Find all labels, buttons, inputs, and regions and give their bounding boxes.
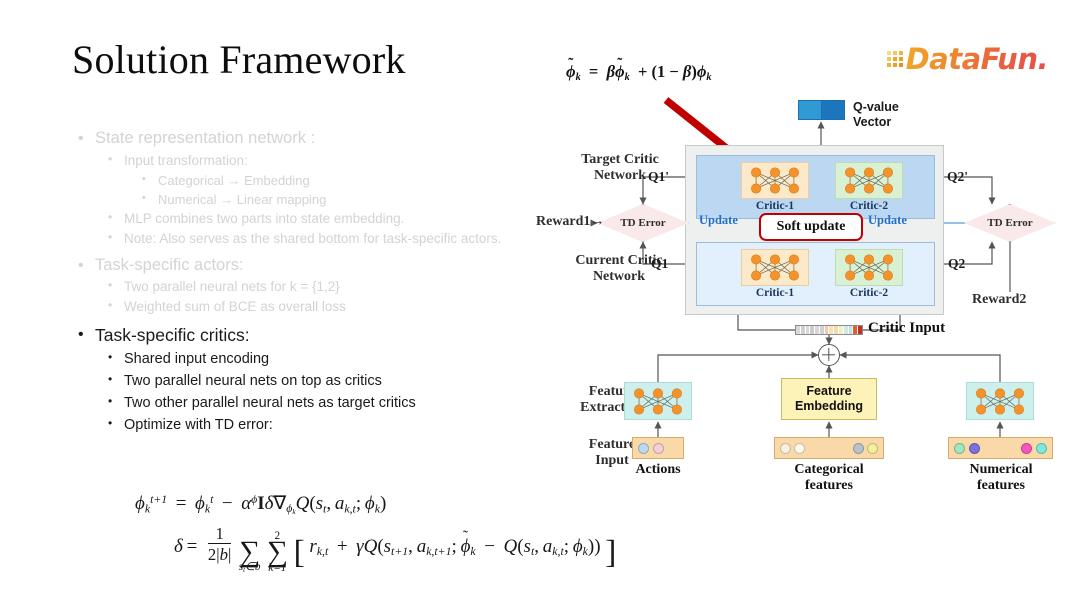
current-critic-2-label: Critic-2	[849, 287, 889, 299]
q-value-cell-2	[821, 101, 844, 119]
soft-update-box[interactable]: Soft update	[759, 213, 863, 241]
bullet-dot-icon: •	[108, 229, 113, 244]
soft-update-label: Soft update	[776, 219, 846, 234]
feature-embedding-line2: Embedding	[794, 399, 864, 413]
td-error-left-label: TD Error	[620, 217, 666, 229]
reward2-label: Reward2	[972, 292, 1027, 307]
feature-embedding-box: Feature Embedding	[781, 378, 877, 420]
list-item-label: MLP combines two parts into state embedd…	[124, 210, 405, 226]
list-item-label: Optimize with TD error:	[124, 417, 273, 434]
q-value-cell-1	[799, 101, 821, 119]
bullet-dot-icon: •	[142, 172, 146, 185]
list-item: • Two other parallel neural nets as targe…	[108, 394, 558, 413]
critic-input-label: Critic Input	[868, 320, 946, 336]
list-item: • Task-specific actors:	[78, 255, 558, 277]
page-title: Solution Framework	[72, 37, 406, 82]
equation-update-rule: ϕkt+1 = ϕkt − αϕIδ∇ϕkQ(st, ak,t; ϕk)	[135, 492, 387, 517]
list-item-label: Two other parallel neural nets as target…	[124, 395, 416, 412]
list-item-label: Shared input encoding	[124, 351, 270, 367]
bullet-dot-icon: •	[108, 372, 113, 387]
list-item-label: Note: Also serves as the shared bottom f…	[124, 230, 502, 246]
list-item-label: Two parallel neural nets on top as criti…	[124, 373, 382, 390]
input-dot	[969, 442, 980, 454]
numerical-features-label: Numerical features	[969, 462, 1033, 493]
input-dot	[638, 442, 649, 454]
input-dot	[1036, 442, 1047, 454]
q-current-2-label: Q2	[948, 256, 966, 271]
list-item-label: Two parallel neural nets for k = {1,2}	[124, 279, 340, 295]
actions-feature-network-icon	[624, 382, 692, 420]
numerical-input-box	[948, 437, 1053, 459]
target-critic-row: Critic-1 Critic-2	[696, 155, 935, 219]
list-item-label: Task-specific actors:	[95, 255, 244, 274]
q-value-label: Q-value Vector	[853, 100, 899, 129]
update-right-label: Update	[868, 213, 907, 227]
target-critic-1-network-icon	[741, 162, 809, 199]
list-item: • State representation network :	[78, 128, 558, 150]
current-critic-1-label: Critic-1	[755, 287, 795, 299]
current-critic-1-network-icon	[741, 249, 809, 286]
architecture-diagram: ϕ ˜ k = βϕ ˜ k + (1 − β)ϕk Q-value Vecto…	[536, 52, 1068, 502]
input-dot	[867, 442, 878, 454]
bullet-dot-icon: •	[108, 416, 113, 431]
bullet-dot-icon: •	[108, 209, 113, 224]
current-critic-2-network-icon	[835, 249, 903, 286]
q-target-1-label: Q1'	[648, 169, 670, 184]
list-item-label: State representation network :	[95, 129, 316, 147]
list-item: • Categorical → Embedding	[142, 172, 558, 189]
list-item-label: Categorical → Embedding	[158, 172, 310, 188]
input-dot	[780, 442, 791, 454]
td-error-right-label: TD Error	[987, 217, 1033, 229]
list-item: • Shared input encoding	[108, 350, 558, 369]
list-item: • Numerical → Linear mapping	[142, 191, 558, 208]
list-item-label: Task-specific critics:	[95, 324, 250, 345]
equation-td-error: δ = 1 2|b| ∑ st∈b ∑ 2 k=1 [ rk,t + γQ(st+1, …	[174, 524, 617, 575]
q-value-vector	[798, 100, 845, 120]
list-item-label: Input transformation:	[124, 152, 248, 168]
update-left-label: Update	[699, 213, 738, 227]
target-critic-2-label: Critic-2	[849, 200, 889, 212]
list-item: • Two parallel neural nets on top as crit…	[108, 372, 558, 391]
input-dot	[954, 442, 965, 454]
list-item: • Input transformation:	[108, 152, 558, 170]
feature-embedding-line1: Feature	[806, 384, 852, 399]
categorical-input-box	[774, 437, 884, 459]
input-dot	[1021, 442, 1032, 454]
bullet-dot-icon: •	[108, 298, 113, 313]
target-critic-1-label: Critic-1	[755, 200, 795, 212]
list-item: • Note: Also serves as the shared bottom …	[108, 230, 558, 248]
critic-input-vector	[795, 325, 863, 335]
list-item: • MLP combines two parts into state embed…	[108, 210, 558, 228]
list-item-label: Numerical → Linear mapping	[158, 191, 327, 207]
target-critic-2-network-icon	[835, 162, 903, 199]
q-target-2-label: Q2'	[947, 169, 969, 184]
bullet-dot-icon: •	[78, 256, 84, 274]
reward1-label: Reward1→	[536, 214, 605, 229]
list-item-label: Weighted sum of BCE as overall loss	[124, 299, 346, 315]
actions-label: Actions	[635, 462, 681, 477]
list-item: • Two parallel neural nets for k = {1,2}	[108, 278, 558, 296]
equation-block: ϕkt+1 = ϕkt − αϕIδ∇ϕkQ(st, ak,t; ϕk) δ =…	[118, 492, 617, 575]
bullet-dot-icon: •	[108, 394, 113, 409]
input-dot	[794, 442, 805, 454]
bullet-dot-icon: •	[108, 350, 113, 364]
bullet-dot-icon: •	[142, 191, 146, 204]
bullet-dot-icon: •	[78, 325, 84, 343]
numerical-feature-network-icon	[966, 382, 1034, 420]
current-critic-row: Critic-1 Critic-2	[696, 242, 935, 306]
bullet-dot-icon: •	[108, 151, 113, 166]
list-item: • Optimize with TD error:	[108, 416, 558, 435]
categorical-features-label: Categorical features	[794, 462, 864, 493]
input-dot	[853, 442, 864, 454]
input-dot	[653, 442, 664, 454]
bullet-dot-icon: •	[78, 130, 84, 147]
list-item: • Task-specific critics:	[78, 324, 558, 347]
bullet-list: • State representation network : • Input t…	[78, 126, 558, 436]
q-current-1-label: Q1	[651, 256, 669, 271]
bullet-dot-icon: •	[108, 278, 113, 293]
list-item: • Weighted sum of BCE as overall loss	[108, 298, 558, 316]
concat-plus-node	[818, 344, 840, 366]
actions-input-box	[632, 437, 684, 459]
